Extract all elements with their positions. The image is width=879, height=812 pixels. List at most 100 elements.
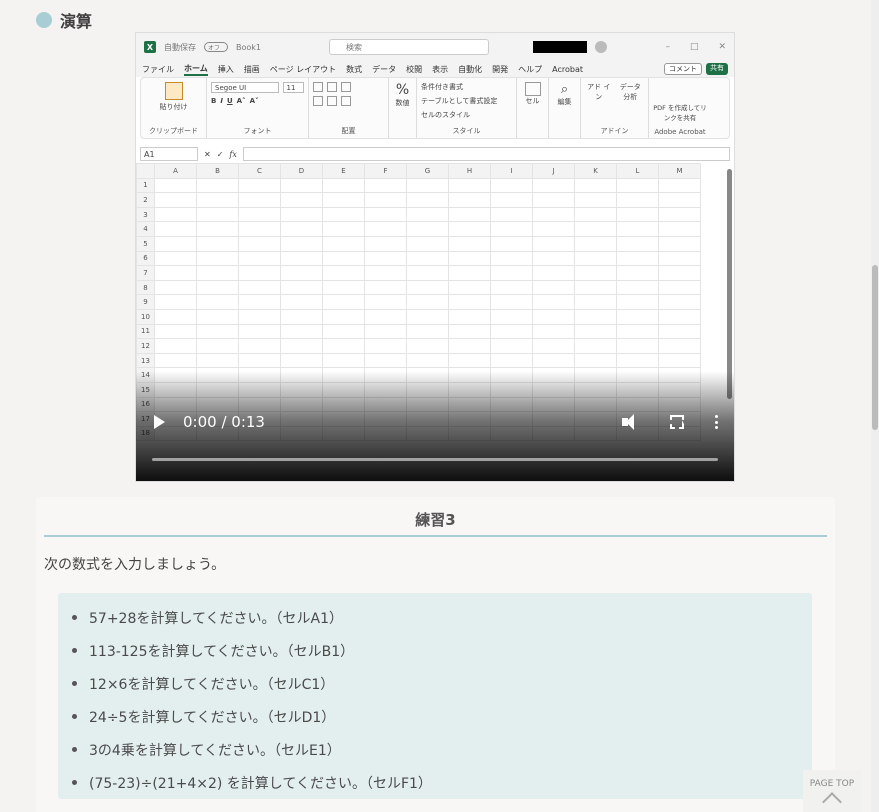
grid-cell	[490, 294, 533, 310]
grid-row: 8	[136, 279, 701, 296]
grid-cell	[448, 235, 491, 252]
play-icon[interactable]	[154, 415, 165, 429]
grid-cell	[574, 221, 617, 237]
grid-cell	[154, 308, 197, 325]
grid-cell	[154, 250, 197, 267]
grid-cell	[406, 323, 449, 340]
page-top-button[interactable]: PAGE TOP	[803, 770, 861, 812]
row-header: 5	[136, 235, 155, 252]
grid-cell	[238, 323, 281, 340]
grid-cell	[406, 352, 449, 369]
grid-cell	[658, 323, 701, 340]
grid-cell	[280, 294, 323, 310]
grid-cell	[364, 221, 407, 237]
column-header: G	[406, 163, 449, 179]
grid-cell	[238, 221, 281, 237]
grid-cell	[448, 352, 491, 369]
grid-cell	[238, 352, 281, 369]
grid-cell	[196, 308, 239, 325]
grid-cell	[490, 279, 533, 296]
excel-ribbon: 貼り付け クリップボード Segoe UI 11 B I U A˄ A˅ フォント 配置…	[140, 77, 730, 139]
grid-cell	[532, 279, 575, 296]
grid-row: 6	[136, 250, 701, 267]
exercise-intro: 次の数式を入力しましょう。	[44, 557, 226, 573]
grid-corner	[136, 163, 155, 179]
grid-cell	[574, 308, 617, 325]
group-label-addins: アドイン	[600, 127, 629, 135]
analysis-button: データ 分析	[619, 83, 641, 101]
grid-cell	[154, 192, 197, 208]
grid-cell	[196, 177, 239, 194]
page-scrollbar-thumb[interactable]	[872, 265, 878, 430]
grid-cell	[196, 279, 239, 296]
grid-row: 13	[136, 352, 701, 369]
volume-icon[interactable]	[622, 413, 640, 431]
grid-cell	[658, 221, 701, 237]
grid-cell	[406, 235, 449, 252]
grid-cell	[196, 192, 239, 208]
underline-icon: U	[226, 97, 233, 105]
tab-data: データ	[372, 64, 397, 74]
grid-cell	[154, 294, 197, 310]
grid-cell	[448, 279, 491, 296]
bold-icon: B	[211, 97, 217, 105]
grid-cell	[448, 323, 491, 340]
grid-row: 7	[136, 265, 701, 281]
grid-cell	[196, 338, 239, 354]
paste-label: 貼り付け	[159, 103, 188, 111]
cancel-icon: ✕	[204, 149, 211, 159]
list-item: 3の4乗を計算してください。（セルE1）	[58, 733, 812, 766]
grid-cell	[322, 279, 365, 296]
grid-cell	[448, 177, 491, 194]
grid-cell	[322, 352, 365, 369]
tab-formulas: 数式	[346, 64, 363, 74]
grid-cell	[490, 177, 533, 194]
grid-cell	[616, 352, 659, 369]
grid-cell	[238, 177, 281, 194]
group-alignment: 配置	[309, 78, 389, 138]
list-item: 24÷5を計算してください。（セルD1）	[58, 700, 812, 733]
group-number: % 数値	[389, 78, 417, 138]
more-options-icon[interactable]	[714, 415, 718, 429]
grid-cell	[196, 352, 239, 369]
align-left-icon	[313, 96, 323, 106]
grid-cell	[532, 250, 575, 267]
redacted-account	[533, 41, 587, 53]
page-scrollbar[interactable]	[871, 0, 879, 812]
grid-row: 11	[136, 323, 701, 340]
grid-row: 12	[136, 338, 701, 354]
font-name-select: Segoe UI	[211, 82, 279, 93]
vertical-scrollbar	[727, 169, 732, 399]
grid-cell	[574, 323, 617, 340]
grid-cell	[658, 352, 701, 369]
row-header: 6	[136, 250, 155, 267]
font-size-select: 11	[282, 82, 304, 93]
grid-cell	[490, 221, 533, 237]
grid-cell	[532, 192, 575, 208]
grid-cell	[616, 265, 659, 281]
column-header: K	[574, 163, 617, 179]
column-header: L	[616, 163, 659, 179]
grid-cell	[280, 192, 323, 208]
grid-cell	[238, 235, 281, 252]
grid-cell	[280, 279, 323, 296]
grid-cell	[364, 323, 407, 340]
comment-button: コメント	[664, 63, 702, 75]
list-item: (75-23)÷(21+4×2) を計算してください。（セルF1）	[58, 766, 812, 799]
grid-cell	[490, 192, 533, 208]
grid-cell	[532, 294, 575, 310]
grid-cell	[154, 323, 197, 340]
column-header: D	[280, 163, 323, 179]
grid-cell	[364, 308, 407, 325]
grid-cell	[238, 279, 281, 296]
chevron-up-icon	[822, 792, 842, 812]
grid-cell	[532, 177, 575, 194]
video-player[interactable]: X 自動保存 オフ Book1 検索 – □ ✕ ファイル ホーム 挿入 描画 ペー…	[135, 32, 735, 482]
excel-logo-icon: X	[144, 41, 156, 53]
cells-icon	[524, 82, 541, 96]
column-header: B	[196, 163, 239, 179]
excel-ribbon-tabs: ファイル ホーム 挿入 描画 ページ レイアウト 数式 データ 校閲 表示 自動…	[136, 61, 734, 77]
grid-cell	[322, 323, 365, 340]
video-progress-bar[interactable]	[152, 458, 718, 461]
fullscreen-icon[interactable]	[670, 415, 684, 429]
